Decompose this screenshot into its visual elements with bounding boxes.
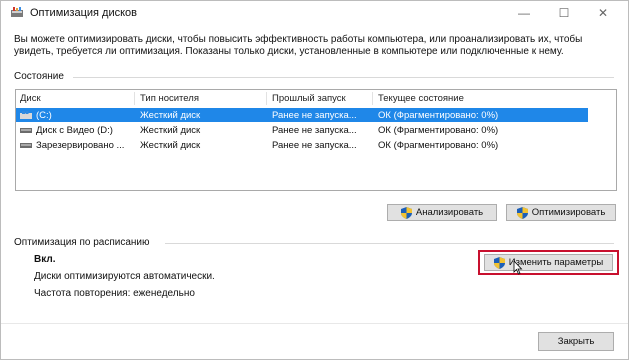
shield-icon [400,206,412,219]
hard-drive-icon [20,143,32,148]
change-settings-button[interactable]: Изменить параметры [484,254,613,271]
schedule-auto-text: Диски оптимизируются автоматически. [34,271,215,282]
drive-state: ОК (Фрагментировано: 0%) [378,140,499,151]
drives-list-header: Диск Тип носителя Прошлый запуск Текущее… [16,90,616,107]
analyze-button-label: Анализировать [415,207,484,218]
mouse-cursor-icon [513,261,523,275]
drive-name: (C:) [36,110,52,121]
window-title: Оптимизация дисков [30,7,137,19]
status-separator [73,77,614,78]
drive-name: Зарезервировано ... [36,140,125,151]
drive-last-run: Ранее не запуска... [272,140,357,151]
schedule-section-label: Оптимизация по расписанию [14,237,150,248]
drive-last-run: Ранее не запуска... [272,125,357,136]
column-disk[interactable]: Диск [20,93,41,104]
drive-media-type: Жесткий диск [140,125,201,136]
drive-row-c[interactable]: (C:) Жесткий диск Ранее не запуска... ОК… [16,108,588,122]
close-button-label: Закрыть [557,336,595,347]
hard-drive-icon [20,128,32,133]
column-media-type[interactable]: Тип носителя [140,93,199,104]
schedule-separator [165,243,614,244]
column-divider[interactable] [372,92,373,105]
windows-drive-icon [20,111,32,119]
maximize-button[interactable]: ☐ [550,3,578,23]
column-divider[interactable] [266,92,267,105]
drives-list[interactable]: Диск Тип носителя Прошлый запуск Текущее… [15,89,617,191]
optimize-button-label: Оптимизировать [531,207,606,218]
column-last-run[interactable]: Прошлый запуск [272,93,346,104]
drive-row-d[interactable]: Диск с Видео (D:) Жесткий диск Ранее не … [16,123,588,137]
description-text: Вы можете оптимизировать диски, чтобы по… [14,34,583,57]
shield-icon [493,256,505,269]
column-current-state[interactable]: Текущее состояние [378,93,464,104]
drive-state: ОК (Фрагментировано: 0%) [378,125,499,136]
shield-icon [516,206,528,219]
status-section-label: Состояние [14,71,64,82]
optimize-button[interactable]: Оптимизировать [506,204,616,221]
column-divider[interactable] [134,92,135,105]
drive-last-run: Ранее не запуска... [272,110,357,121]
disk-optimize-icon [11,7,23,17]
footer-separator [1,323,628,324]
minimize-button[interactable]: — [510,3,538,23]
drive-state: ОК (Фрагментировано: 0%) [378,110,499,121]
close-button[interactable]: Закрыть [538,332,614,351]
schedule-frequency: Частота повторения: еженедельно [34,288,195,299]
drive-media-type: Жесткий диск [140,110,201,121]
drive-media-type: Жесткий диск [140,140,201,151]
drive-row-reserved[interactable]: Зарезервировано ... Жесткий диск Ранее н… [16,138,588,152]
optimize-drives-window: Оптимизация дисков — ☐ ✕ Вы можете оптим… [0,0,629,360]
analyze-button[interactable]: Анализировать [387,204,497,221]
title-bar: Оптимизация дисков — ☐ ✕ [1,1,628,25]
close-window-button[interactable]: ✕ [589,3,617,23]
drive-name: Диск с Видео (D:) [36,125,113,136]
schedule-state: Вкл. [34,254,56,265]
